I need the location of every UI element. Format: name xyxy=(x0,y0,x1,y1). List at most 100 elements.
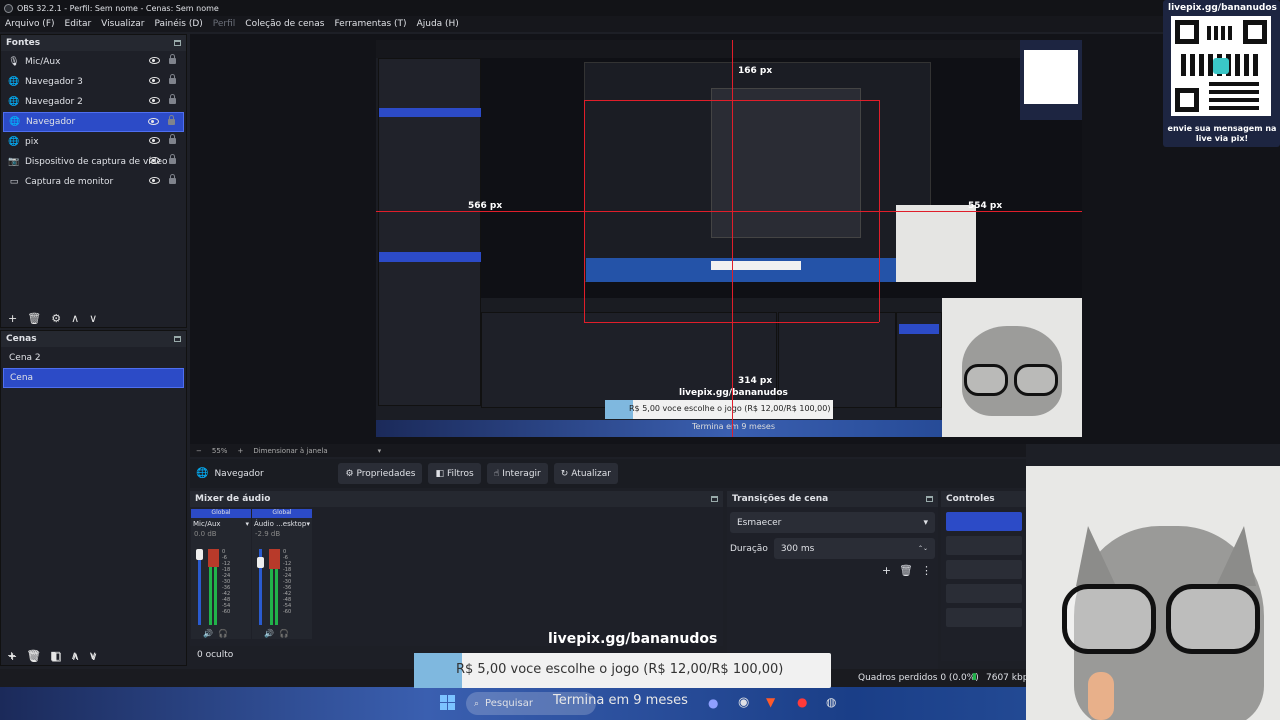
menu-help[interactable]: Ajuda (H) xyxy=(412,19,464,29)
lock-icon[interactable] xyxy=(169,94,176,104)
zoom-in-icon[interactable]: + xyxy=(237,447,243,455)
move-down-icon[interactable]: ∨ xyxy=(89,649,97,662)
menu-view[interactable]: Visualizar xyxy=(96,19,149,29)
source-item-pix[interactable]: 🌐 pix xyxy=(3,132,184,152)
move-down-icon[interactable]: ∨ xyxy=(89,312,97,325)
nested-donation-text: R$ 5,00 voce escolhe o jogo (R$ 12,00/R$… xyxy=(629,404,831,413)
visibility-eye-icon[interactable] xyxy=(149,177,160,184)
menu-edit[interactable]: Editar xyxy=(60,19,97,29)
chevron-down-icon[interactable]: ▾ xyxy=(306,520,310,528)
start-recording-button[interactable] xyxy=(946,536,1022,555)
discord-icon[interactable]: ● xyxy=(708,696,718,710)
interact-button[interactable]: ☝ Interagir xyxy=(486,463,548,484)
visibility-eye-icon[interactable] xyxy=(149,97,160,104)
headphones-icon[interactable]: 🎧 xyxy=(279,629,289,638)
add-icon[interactable]: + xyxy=(7,649,16,662)
move-up-icon[interactable]: ∧ xyxy=(71,649,79,662)
properties-button[interactable]: ⚙ Propriedades xyxy=(338,463,423,484)
chevron-down-icon[interactable]: ▾ xyxy=(245,520,249,528)
lock-icon[interactable] xyxy=(169,174,176,184)
app-icon[interactable]: ◍ xyxy=(826,695,836,709)
visibility-eye-icon[interactable] xyxy=(149,77,160,84)
source-item-mic-aux[interactable]: 🎙 Mic/Aux xyxy=(3,52,184,72)
interact-label: Interagir xyxy=(502,468,541,479)
gear-icon[interactable]: ⚙ xyxy=(51,312,61,325)
measure-label-left: 566 px xyxy=(468,201,503,211)
scene-item-cena[interactable]: Cena xyxy=(3,368,184,388)
lock-icon[interactable] xyxy=(168,115,175,125)
transition-select[interactable]: Esmaecer ▾ xyxy=(730,512,935,533)
globe-icon: 🌐 xyxy=(8,97,20,107)
visibility-eye-icon[interactable] xyxy=(149,157,160,164)
virtual-camera-button[interactable] xyxy=(946,560,1022,579)
source-item-navegador[interactable]: 🌐 Navegador xyxy=(3,112,184,132)
source-item-navegador-2[interactable]: 🌐 Navegador 2 xyxy=(3,92,184,112)
visibility-eye-icon[interactable] xyxy=(149,137,160,144)
refresh-button[interactable]: ↻ Atualizar xyxy=(553,463,618,484)
title-bar: OBS 32.2.1 - Perfil: Sem nome - Cenas: S… xyxy=(0,0,1280,16)
settings-button[interactable] xyxy=(946,608,1022,627)
source-label: Captura de monitor xyxy=(25,177,114,187)
zoom-out-icon[interactable]: − xyxy=(196,447,202,455)
source-item-video-capture[interactable]: 📷 Dispositivo de captura de vídeo xyxy=(3,152,184,172)
chevron-down-icon[interactable]: ▾ xyxy=(378,447,382,455)
nested-termina-text: Termina em 9 meses xyxy=(692,422,775,431)
stepper-icon[interactable]: ⌃⌄ xyxy=(918,545,928,552)
source-item-monitor-capture[interactable]: ▭ Captura de monitor xyxy=(3,172,184,192)
start-streaming-button[interactable] xyxy=(946,512,1022,531)
volume-slider-handle[interactable] xyxy=(257,557,264,568)
monitor-icon: ▭ xyxy=(9,177,19,187)
termina-text: Termina em 9 meses xyxy=(553,693,688,708)
scenes-dock: Cenas Cena 2 Cena + 🗑 ◧ ∧ ∨ xyxy=(0,330,187,666)
trash-icon[interactable]: 🗑 xyxy=(26,649,40,662)
signal-icon: ▮ xyxy=(972,672,977,682)
scenes-dock-header: Cenas xyxy=(1,331,186,347)
mixer-header: Mixer de áudio xyxy=(190,491,723,507)
menu-docks[interactable]: Painéis (D) xyxy=(149,19,207,29)
source-item-navegador-3[interactable]: 🌐 Navegador 3 xyxy=(3,72,184,92)
visibility-eye-icon[interactable] xyxy=(149,57,160,64)
nested-camera xyxy=(942,298,1082,437)
filters-button[interactable]: ◧ Filtros xyxy=(428,463,481,484)
undock-icon[interactable] xyxy=(926,496,933,502)
trash-icon[interactable]: 🗑 xyxy=(899,564,913,577)
move-up-icon[interactable]: ∧ xyxy=(71,312,79,325)
donation-text: R$ 5,00 voce escolhe o jogo (R$ 12,00/R$… xyxy=(456,662,784,677)
lock-icon[interactable] xyxy=(169,154,176,164)
menu-profile[interactable]: Perfil xyxy=(208,19,241,29)
mixer-toolbar: + 🗑 ◧ ∧ ∨ xyxy=(0,646,97,664)
speaker-icon[interactable]: 🔊 xyxy=(203,629,213,638)
filter-icon[interactable]: ◧ xyxy=(50,649,60,662)
volume-slider-handle[interactable] xyxy=(196,549,203,560)
menu-scene-collection[interactable]: Coleção de cenas xyxy=(240,19,329,29)
headphones-icon[interactable]: 🎧 xyxy=(218,629,228,638)
duration-input[interactable]: 300 ms ⌃⌄ xyxy=(773,538,935,559)
studio-mode-button[interactable] xyxy=(946,584,1022,603)
controls-header: Controles xyxy=(941,491,1027,507)
undock-icon[interactable] xyxy=(711,496,718,502)
lock-icon[interactable] xyxy=(169,54,176,64)
undock-icon[interactable] xyxy=(174,336,181,342)
windows-start-icon[interactable] xyxy=(440,695,455,710)
obs-taskbar-icon[interactable]: ◉ xyxy=(738,695,749,710)
lock-icon[interactable] xyxy=(169,134,176,144)
brave-icon[interactable]: ▼ xyxy=(766,695,775,709)
source-label: Navegador 2 xyxy=(25,97,83,107)
scene-item-cena-2[interactable]: Cena 2 xyxy=(3,348,184,368)
undock-icon[interactable] xyxy=(174,40,181,46)
add-icon[interactable]: + xyxy=(882,564,891,577)
app-icon[interactable]: ● xyxy=(797,695,807,709)
globe-icon: 🌐 xyxy=(8,137,20,147)
source-label: Dispositivo de captura de vídeo xyxy=(25,157,168,167)
speaker-icon[interactable]: 🔊 xyxy=(264,629,274,638)
lock-icon[interactable] xyxy=(169,74,176,84)
more-icon[interactable]: ⋮ xyxy=(921,564,932,577)
menu-file[interactable]: Arquivo (F) xyxy=(0,19,60,29)
menu-tools[interactable]: Ferramentas (T) xyxy=(329,19,411,29)
add-icon[interactable]: + xyxy=(8,312,17,325)
trash-icon[interactable]: 🗑 xyxy=(27,312,41,325)
visibility-eye-icon[interactable] xyxy=(148,118,159,125)
zoom-mode[interactable]: Dimensionar à janela xyxy=(253,447,327,455)
hidden-count: 0 oculto xyxy=(197,650,234,660)
refresh-label: Atualizar xyxy=(571,468,611,479)
